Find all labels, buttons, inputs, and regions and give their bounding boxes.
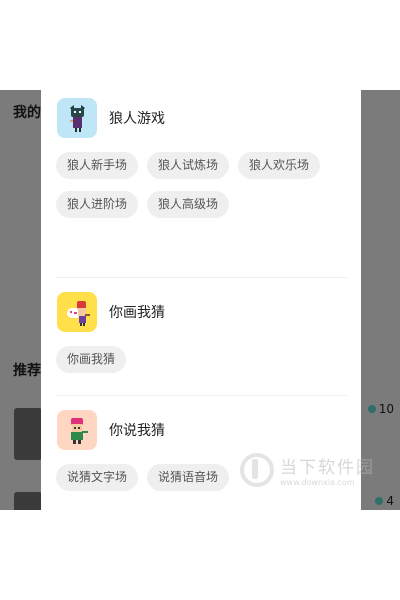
watermark-url: www.downxia.com bbox=[280, 478, 355, 487]
game-section-werewolf: 狼人游戏 狼人新手场 狼人试炼场 狼人欢乐场 狼人进阶场 狼人高级场 bbox=[41, 96, 361, 230]
background-thumbnail bbox=[14, 408, 42, 460]
background-thumbnail bbox=[14, 492, 42, 510]
my-section-label: 我的 bbox=[13, 105, 41, 121]
mode-tag[interactable]: 狼人新手场 bbox=[56, 152, 139, 179]
mode-tag[interactable]: 说猜文字场 bbox=[56, 464, 139, 491]
werewolf-icon bbox=[57, 98, 97, 138]
player-count-value: 4 bbox=[386, 494, 394, 508]
mode-tag[interactable]: 狼人进阶场 bbox=[56, 191, 139, 218]
watermark-logo-icon bbox=[240, 453, 274, 487]
mode-tag[interactable]: 你画我猜 bbox=[56, 346, 127, 373]
game-header[interactable]: 你说我猜 bbox=[41, 408, 361, 452]
mode-tag-list: 狼人新手场 狼人试炼场 狼人欢乐场 狼人进阶场 狼人高级场 bbox=[41, 152, 361, 230]
player-count-icon bbox=[375, 497, 384, 505]
game-title: 狼人游戏 bbox=[109, 111, 165, 127]
player-count: 4 bbox=[375, 494, 394, 508]
say-guess-icon bbox=[57, 410, 97, 450]
section-divider bbox=[55, 277, 347, 278]
draw-guess-icon bbox=[57, 292, 97, 332]
mode-tag[interactable]: 狼人试炼场 bbox=[147, 152, 230, 179]
watermark: 当下软件园 www.downxia.com bbox=[240, 450, 395, 490]
watermark-text: 当下软件园 www.downxia.com bbox=[280, 453, 375, 487]
mode-tag[interactable]: 狼人高级场 bbox=[147, 191, 230, 218]
player-count-icon bbox=[367, 405, 376, 413]
game-header[interactable]: 你画我猜 bbox=[41, 290, 361, 334]
mode-tag[interactable]: 说猜语音场 bbox=[147, 464, 230, 491]
game-title: 你说我猜 bbox=[109, 423, 165, 439]
player-count-value: 10 bbox=[378, 402, 394, 416]
watermark-name: 当下软件园 bbox=[280, 458, 375, 478]
game-title: 你画我猜 bbox=[109, 305, 165, 321]
game-mode-sheet: 狼人游戏 狼人新手场 狼人试炼场 狼人欢乐场 狼人进阶场 狼人高级场 你画我猜 … bbox=[41, 90, 361, 510]
mode-tag-list: 你画我猜 bbox=[41, 346, 361, 385]
game-section-draw-guess: 你画我猜 你画我猜 bbox=[41, 290, 361, 385]
mode-tag[interactable]: 狼人欢乐场 bbox=[238, 152, 321, 179]
section-divider bbox=[55, 395, 347, 396]
recommend-section-label: 推荐 bbox=[13, 363, 41, 379]
player-count: 10 bbox=[367, 402, 394, 416]
game-header[interactable]: 狼人游戏 bbox=[41, 96, 361, 140]
